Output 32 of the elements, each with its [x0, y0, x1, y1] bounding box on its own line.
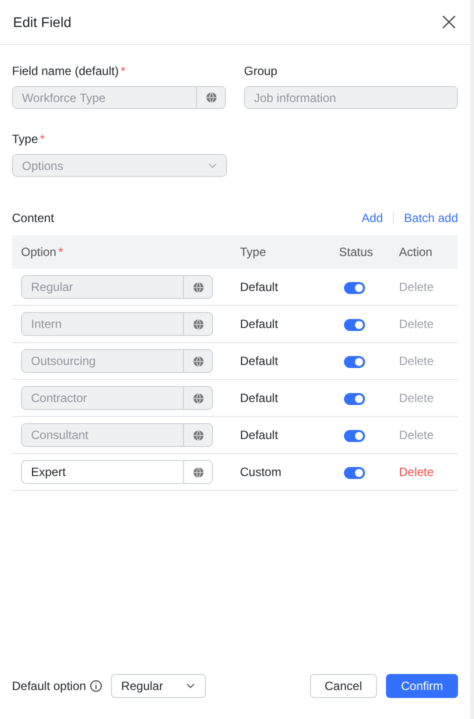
table-cell: Default — [240, 280, 278, 294]
chevron-down-icon — [186, 683, 196, 689]
required-mark: * — [120, 64, 126, 78]
info-icon — [90, 680, 102, 692]
table-cell: Default — [240, 428, 278, 442]
required-mark: * — [40, 132, 45, 146]
dialog-title: Edit Field — [13, 14, 72, 30]
globe-icon[interactable] — [192, 466, 204, 478]
confirm-button[interactable]: Confirm — [386, 674, 458, 698]
field-label: Type — [12, 132, 38, 146]
chevron-down-icon — [208, 162, 217, 168]
status-toggle[interactable] — [344, 466, 365, 479]
action-link[interactable]: Add — [362, 211, 383, 225]
section-label: Content — [12, 211, 54, 225]
table-cell: Default — [240, 317, 278, 331]
required-mark: * — [58, 245, 64, 259]
default-option-label: Default option — [12, 679, 86, 693]
option-input[interactable]: Expert — [21, 460, 213, 484]
column-header: Action — [399, 245, 432, 259]
delete-link[interactable]: Delete — [399, 465, 434, 479]
column-header: Status — [339, 245, 374, 259]
table-cell: Custom — [240, 465, 282, 479]
column-header: Type — [240, 245, 266, 259]
default-option-select[interactable]: Regular — [111, 674, 206, 698]
field-label: Field name (default) — [12, 64, 119, 78]
field-label: Group — [244, 64, 278, 78]
action-link[interactable]: Batch add — [404, 211, 458, 225]
table-cell: Default — [240, 354, 278, 368]
table-cell: Default — [240, 391, 278, 405]
cancel-button[interactable]: Cancel — [310, 674, 377, 698]
column-header: Option — [21, 245, 56, 259]
close-icon[interactable] — [442, 15, 456, 29]
